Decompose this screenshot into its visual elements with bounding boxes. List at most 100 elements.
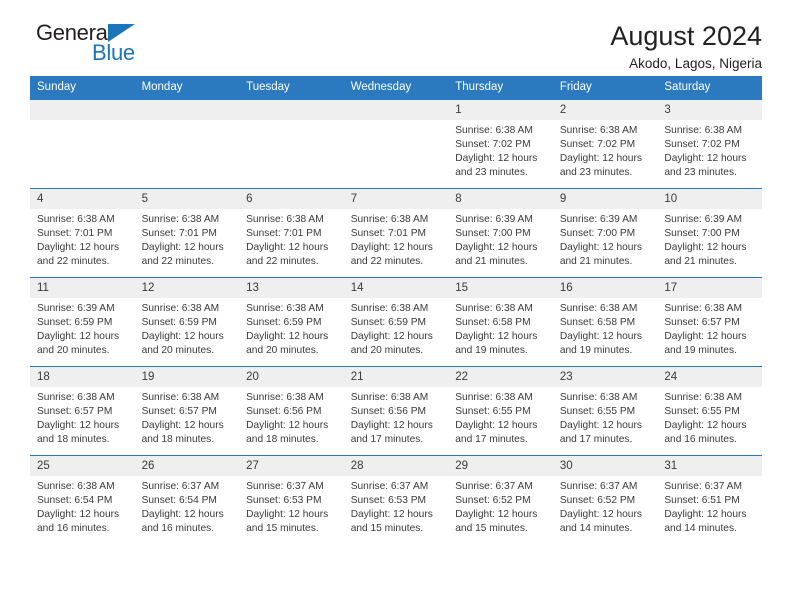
day-details: Sunrise: 6:38 AM Sunset: 6:54 PM Daylight:… (30, 476, 135, 536)
calendar-day-cell[interactable]: 3 Sunrise: 6:38 AM Sunset: 7:02 PM Daylight… (657, 100, 762, 189)
daylight-text-line2: and 20 minutes. (141, 345, 215, 357)
daylight-text-line2: and 23 minutes. (559, 167, 633, 179)
day-cell: 21 Sunrise: 6:38 AM Sunset: 6:56 PM Dayligh… (343, 367, 449, 455)
calendar-day-cell[interactable]: 22 Sunrise: 6:38 AM Sunset: 6:55 PM Dayligh… (448, 366, 553, 456)
sunset-text: Sunset: 6:56 PM (246, 406, 322, 418)
daylight-text-line1: Daylight: 12 hours (246, 242, 329, 254)
day-cell: 13 Sunrise: 6:38 AM Sunset: 6:59 PM Dayligh… (239, 278, 344, 366)
calendar-day-cell[interactable]: 21 Sunrise: 6:38 AM Sunset: 6:56 PM Dayligh… (343, 366, 449, 456)
day-cell: 28 Sunrise: 6:37 AM Sunset: 6:53 PM Dayligh… (343, 456, 449, 544)
sunset-text: Sunset: 7:00 PM (664, 228, 740, 240)
calendar-day-cell[interactable]: 10 Sunrise: 6:39 AM Sunset: 7:00 PM Dayligh… (657, 188, 762, 278)
day-number: 2 (552, 100, 658, 121)
day-cell: 5 Sunrise: 6:38 AM Sunset: 7:01 PM Daylight… (134, 189, 240, 277)
day-cell: 16 Sunrise: 6:38 AM Sunset: 6:58 PM Dayligh… (552, 278, 658, 366)
day-details: Sunrise: 6:38 AM Sunset: 6:58 PM Daylight:… (553, 298, 658, 358)
calendar-day-cell (30, 100, 135, 189)
calendar-day-cell[interactable]: 11 Sunrise: 6:39 AM Sunset: 6:59 PM Dayligh… (30, 277, 135, 367)
weekday-header-friday: Friday (552, 76, 658, 101)
page-title: August 2024 (610, 21, 762, 51)
logo-text-blue: Blue (92, 40, 135, 65)
day-cell: 26 Sunrise: 6:37 AM Sunset: 6:54 PM Dayligh… (134, 456, 240, 544)
sunrise-text: Sunrise: 6:37 AM (350, 481, 429, 493)
calendar-day-cell[interactable]: 9 Sunrise: 6:39 AM Sunset: 7:00 PM Daylight… (552, 188, 658, 278)
day-details: Sunrise: 6:37 AM Sunset: 6:52 PM Daylight:… (553, 476, 658, 536)
day-details: Sunrise: 6:38 AM Sunset: 6:59 PM Daylight:… (344, 298, 449, 358)
day-cell: 18 Sunrise: 6:38 AM Sunset: 6:57 PM Dayligh… (30, 367, 135, 455)
day-details: Sunrise: 6:38 AM Sunset: 6:57 PM Daylight:… (30, 387, 135, 447)
calendar-day-cell[interactable]: 30 Sunrise: 6:37 AM Sunset: 6:52 PM Dayligh… (552, 455, 658, 545)
calendar-day-cell[interactable]: 5 Sunrise: 6:38 AM Sunset: 7:01 PM Daylight… (134, 188, 240, 278)
daylight-text-line1: Daylight: 12 hours (455, 509, 538, 521)
day-number: 18 (30, 367, 135, 388)
daylight-text-line1: Daylight: 12 hours (455, 331, 538, 343)
daylight-text-line2: and 18 minutes. (37, 434, 110, 446)
day-number: 22 (448, 367, 553, 388)
day-details: Sunrise: 6:38 AM Sunset: 6:57 PM Daylight:… (657, 298, 762, 358)
calendar-day-cell[interactable]: 31 Sunrise: 6:37 AM Sunset: 6:51 PM Dayligh… (657, 455, 762, 545)
day-number: 3 (657, 100, 762, 121)
calendar-day-cell[interactable]: 29 Sunrise: 6:37 AM Sunset: 6:52 PM Dayligh… (448, 455, 553, 545)
calendar-day-cell[interactable]: 12 Sunrise: 6:38 AM Sunset: 6:59 PM Dayligh… (134, 277, 240, 367)
calendar-day-cell[interactable]: 27 Sunrise: 6:37 AM Sunset: 6:53 PM Dayligh… (239, 455, 344, 545)
day-details: Sunrise: 6:39 AM Sunset: 7:00 PM Daylight:… (553, 209, 658, 269)
daylight-text-line1: Daylight: 12 hours (559, 331, 642, 343)
empty-day-cell (343, 100, 449, 188)
calendar-day-cell[interactable]: 18 Sunrise: 6:38 AM Sunset: 6:57 PM Dayligh… (30, 366, 135, 456)
daylight-text-line2: and 17 minutes. (559, 434, 633, 446)
calendar-day-cell[interactable]: 17 Sunrise: 6:38 AM Sunset: 6:57 PM Dayligh… (657, 277, 762, 367)
calendar-day-cell[interactable]: 6 Sunrise: 6:38 AM Sunset: 7:01 PM Daylight… (239, 188, 344, 278)
calendar-day-cell (239, 100, 344, 189)
daylight-text-line2: and 16 minutes. (664, 434, 737, 446)
day-cell: 14 Sunrise: 6:38 AM Sunset: 6:59 PM Dayligh… (343, 278, 449, 366)
calendar-day-cell[interactable]: 8 Sunrise: 6:39 AM Sunset: 7:00 PM Daylight… (448, 188, 553, 278)
sunset-text: Sunset: 6:51 PM (664, 495, 740, 507)
sunset-text: Sunset: 7:01 PM (141, 228, 217, 240)
day-cell: 27 Sunrise: 6:37 AM Sunset: 6:53 PM Dayligh… (239, 456, 344, 544)
day-number: 31 (657, 456, 762, 477)
calendar-day-cell[interactable]: 20 Sunrise: 6:38 AM Sunset: 6:56 PM Dayligh… (239, 366, 344, 456)
daylight-text-line2: and 16 minutes. (37, 523, 110, 535)
calendar-day-cell[interactable]: 25 Sunrise: 6:38 AM Sunset: 6:54 PM Dayligh… (30, 455, 135, 545)
calendar-day-cell[interactable]: 7 Sunrise: 6:38 AM Sunset: 7:01 PM Daylight… (343, 188, 449, 278)
calendar-day-cell[interactable]: 14 Sunrise: 6:38 AM Sunset: 6:59 PM Dayligh… (343, 277, 449, 367)
daylight-text-line1: Daylight: 12 hours (664, 509, 747, 521)
sunrise-text: Sunrise: 6:38 AM (664, 303, 742, 315)
calendar-header-row: Sunday Monday Tuesday Wednesday Thursday… (30, 76, 762, 101)
sunrise-text: Sunrise: 6:37 AM (246, 481, 324, 493)
daylight-text-line2: and 19 minutes. (559, 345, 633, 357)
calendar-day-cell[interactable]: 28 Sunrise: 6:37 AM Sunset: 6:53 PM Dayligh… (343, 455, 449, 545)
calendar-day-cell[interactable]: 15 Sunrise: 6:38 AM Sunset: 6:58 PM Dayligh… (448, 277, 553, 367)
sunset-text: Sunset: 7:02 PM (559, 139, 636, 151)
sunrise-text: Sunrise: 6:37 AM (559, 481, 638, 493)
day-number: 21 (343, 367, 449, 388)
sunset-text: Sunset: 6:56 PM (350, 406, 427, 418)
calendar-body: 1 Sunrise: 6:38 AM Sunset: 7:02 PM Daylight… (30, 100, 762, 545)
day-details: Sunrise: 6:38 AM Sunset: 6:55 PM Daylight:… (657, 387, 762, 447)
sunset-text: Sunset: 6:57 PM (37, 406, 113, 418)
sunset-text: Sunset: 7:01 PM (37, 228, 113, 240)
day-number: 24 (657, 367, 762, 388)
calendar-day-cell[interactable]: 23 Sunrise: 6:38 AM Sunset: 6:55 PM Dayligh… (552, 366, 658, 456)
daylight-text-line1: Daylight: 12 hours (37, 420, 120, 432)
calendar-day-cell[interactable]: 19 Sunrise: 6:38 AM Sunset: 6:57 PM Dayligh… (134, 366, 240, 456)
sunset-text: Sunset: 6:59 PM (246, 317, 322, 329)
sunset-text: Sunset: 6:57 PM (664, 317, 740, 329)
day-cell: 23 Sunrise: 6:38 AM Sunset: 6:55 PM Dayligh… (552, 367, 658, 455)
calendar-day-cell[interactable]: 1 Sunrise: 6:38 AM Sunset: 7:02 PM Daylight… (448, 100, 553, 189)
calendar-day-cell[interactable]: 2 Sunrise: 6:38 AM Sunset: 7:02 PM Daylight… (552, 100, 658, 189)
calendar-day-cell[interactable]: 4 Sunrise: 6:38 AM Sunset: 7:01 PM Daylight… (30, 188, 135, 278)
calendar-day-cell[interactable]: 26 Sunrise: 6:37 AM Sunset: 6:54 PM Dayligh… (134, 455, 240, 545)
day-number: 9 (552, 189, 658, 210)
daylight-text-line2: and 21 minutes. (559, 256, 633, 268)
daylight-text-line1: Daylight: 12 hours (664, 242, 747, 254)
calendar-day-cell[interactable]: 13 Sunrise: 6:38 AM Sunset: 6:59 PM Dayligh… (239, 277, 344, 367)
daylight-text-line2: and 22 minutes. (350, 256, 424, 268)
calendar-day-cell[interactable]: 24 Sunrise: 6:38 AM Sunset: 6:55 PM Dayligh… (657, 366, 762, 456)
calendar-day-cell[interactable]: 16 Sunrise: 6:38 AM Sunset: 6:58 PM Dayligh… (552, 277, 658, 367)
day-cell: 6 Sunrise: 6:38 AM Sunset: 7:01 PM Daylight… (239, 189, 344, 277)
daylight-text-line1: Daylight: 12 hours (37, 242, 120, 254)
sunrise-text: Sunrise: 6:39 AM (664, 214, 742, 226)
day-details: Sunrise: 6:38 AM Sunset: 6:59 PM Daylight:… (135, 298, 240, 358)
daylight-text-line2: and 22 minutes. (37, 256, 110, 268)
